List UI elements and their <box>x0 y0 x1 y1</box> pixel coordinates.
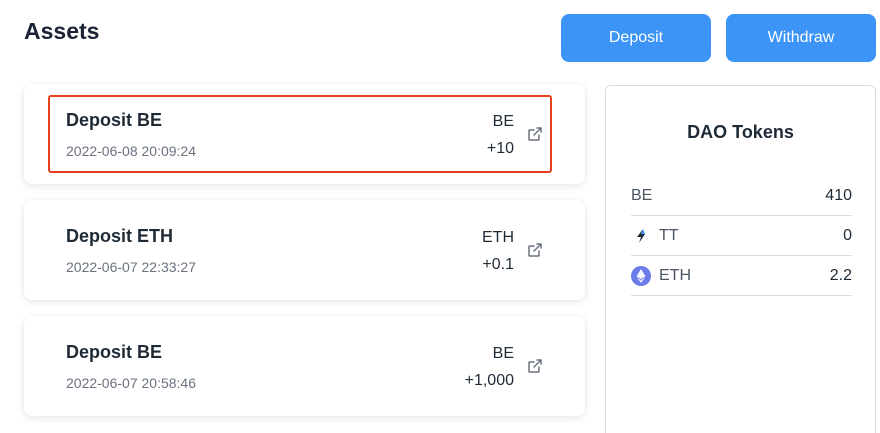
token-balance: 410 <box>825 186 852 204</box>
token-row: TT 0 <box>631 216 852 256</box>
token-balance: 0 <box>843 226 852 244</box>
withdraw-button[interactable]: Withdraw <box>726 14 876 62</box>
transaction-card[interactable]: Deposit ETH 2022-06-07 22:33:27 ETH +0.1 <box>24 200 585 300</box>
deposit-button[interactable]: Deposit <box>561 14 711 62</box>
token-row: ETH 2.2 <box>631 256 852 296</box>
transaction-token: ETH <box>482 229 514 246</box>
token-balance: 2.2 <box>829 266 852 284</box>
external-link-icon[interactable] <box>527 358 543 374</box>
transaction-time: 2022-06-08 20:09:24 <box>66 143 196 159</box>
transaction-card[interactable]: Deposit BE 2022-06-07 20:58:46 BE +1,000 <box>24 316 585 416</box>
transaction-time: 2022-06-07 20:58:46 <box>66 375 196 391</box>
external-link-icon[interactable] <box>527 126 543 142</box>
selection-highlight <box>48 95 552 173</box>
token-name: ETH <box>659 266 691 284</box>
transaction-amount: +1,000 <box>464 372 514 389</box>
transaction-time: 2022-06-07 22:33:27 <box>66 259 196 275</box>
external-link-icon[interactable] <box>527 242 543 258</box>
dao-tokens-panel: DAO Tokens BE 410 TT 0 ETH 2.2 <box>605 85 876 433</box>
transaction-amount: +0.1 <box>482 256 514 273</box>
transaction-title: Deposit BE <box>66 342 163 362</box>
transaction-amount: +10 <box>486 140 514 157</box>
token-row: BE 410 <box>631 176 852 216</box>
transaction-title: Deposit BE <box>66 110 163 130</box>
tt-token-icon <box>631 226 651 246</box>
page-title: Assets <box>24 18 100 44</box>
transaction-token: BE <box>492 345 514 362</box>
transaction-token: BE <box>492 113 514 130</box>
transaction-card[interactable]: Deposit BE 2022-06-08 20:09:24 BE +10 <box>24 84 585 184</box>
transaction-title: Deposit ETH <box>66 226 174 246</box>
token-name: TT <box>659 226 679 244</box>
eth-icon <box>631 265 651 286</box>
dao-tokens-title: DAO Tokens <box>687 122 794 142</box>
token-name: BE <box>631 186 653 204</box>
